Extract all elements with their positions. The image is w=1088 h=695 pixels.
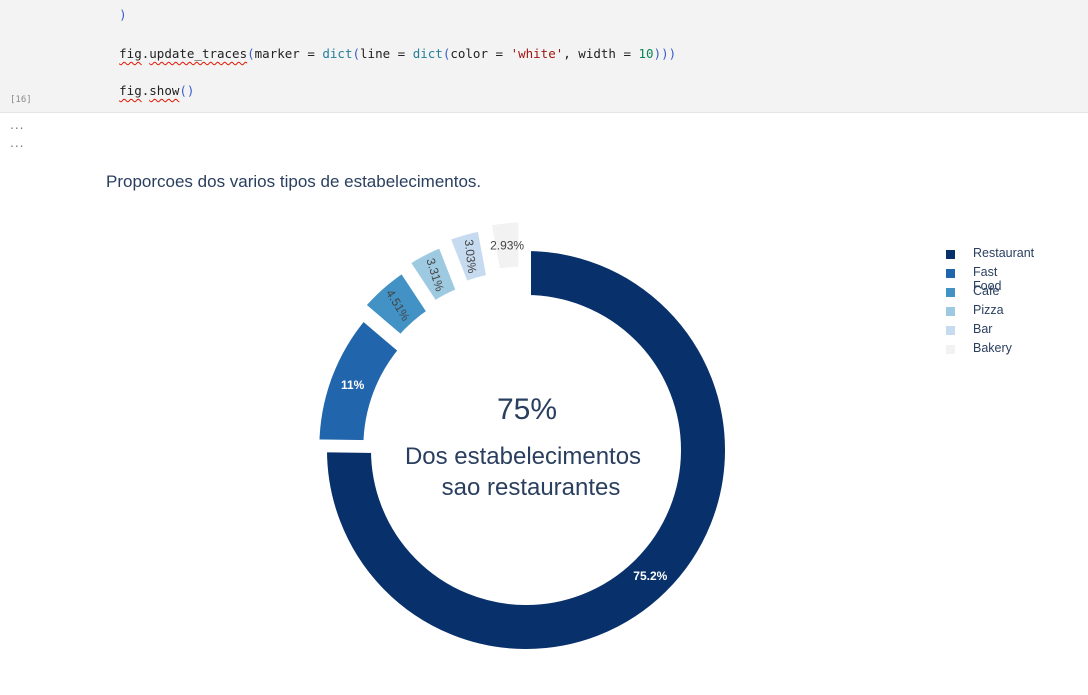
center-annotation-line1: Dos estabelecimentos [405, 443, 641, 470]
legend-swatch [946, 326, 955, 335]
legend-swatch [946, 307, 955, 316]
legend-swatch [946, 345, 955, 354]
center-annotation-percent: 75% [497, 393, 557, 426]
legend-swatch [946, 269, 955, 278]
slice-label-bakery: 2.93% [490, 238, 524, 252]
legend-label: Cafe [973, 284, 1000, 298]
legend-label: Bakery [973, 341, 1012, 355]
slice-label-fast-food: 11% [341, 378, 365, 392]
legend-label: Bar [973, 322, 993, 336]
legend-label: Restaurant [973, 246, 1035, 260]
center-annotation-line2: sao restaurantes [442, 474, 621, 501]
donut-chart[interactable]: 75.2%11%4.51%3.31%3.03% 2.93% 75% Dos est… [0, 0, 1088, 695]
legend-swatch [946, 250, 955, 259]
slice-label-restaurant: 75.2% [633, 569, 667, 583]
legend-swatch [946, 288, 955, 297]
legend-label: Pizza [973, 303, 1004, 317]
